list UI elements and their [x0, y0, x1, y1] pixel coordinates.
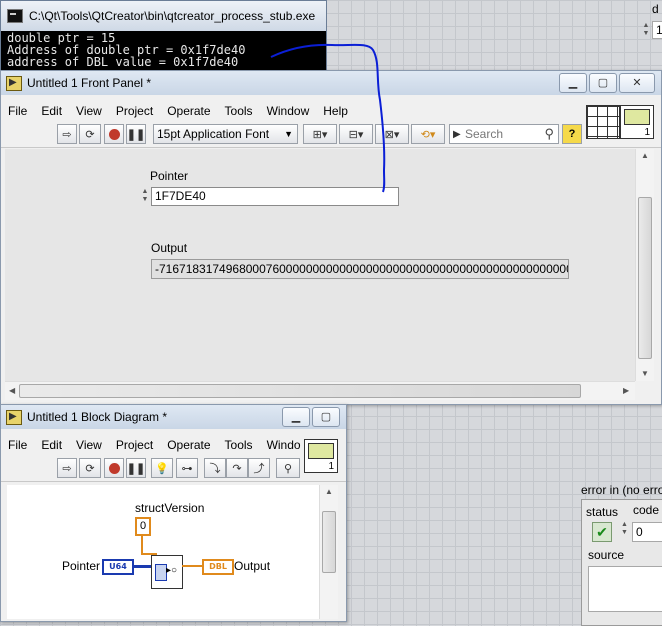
annotation-overlay: [270, 43, 386, 193]
annotation-line: [270, 43, 386, 193]
